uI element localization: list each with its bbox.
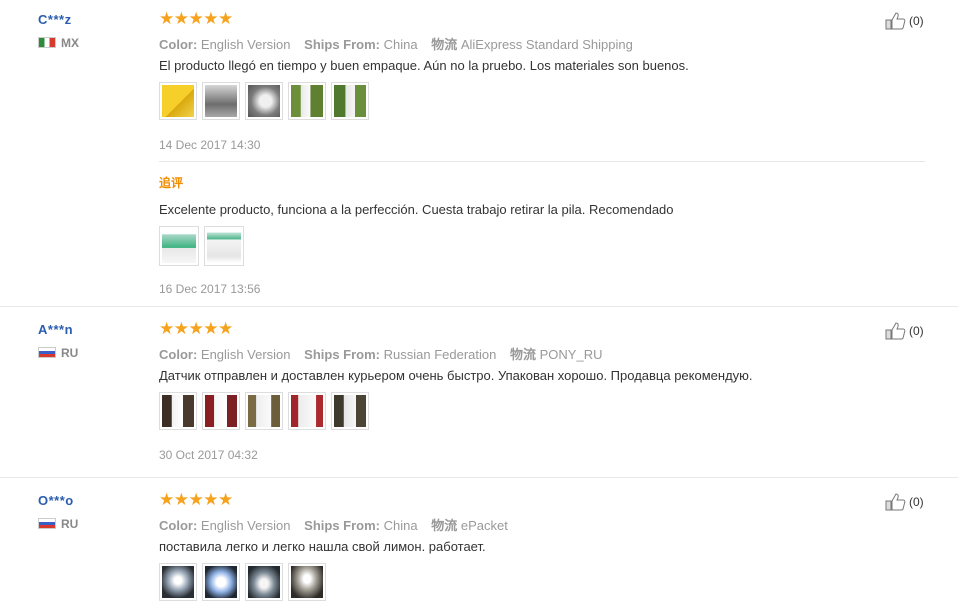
reviewer-country: MX xyxy=(38,36,79,50)
review-meta: Color: English Version Ships From: China… xyxy=(159,518,508,533)
thumbs-up-icon xyxy=(885,322,906,340)
additional-review-label: 追评 xyxy=(159,176,184,190)
review-photo-thumbnail[interactable] xyxy=(204,226,244,266)
review-text: поставила легко и легко нашла свой лимон… xyxy=(159,539,486,554)
reviewer-name[interactable]: A***n xyxy=(38,322,73,337)
review-meta: Color: English Version Ships From: China… xyxy=(159,37,633,52)
review-text: Датчик отправлен и доставлен курьером оч… xyxy=(159,368,753,383)
russia-flag-icon xyxy=(38,518,56,529)
review-photo-thumbnail[interactable] xyxy=(202,82,240,120)
review-date: 14 Dec 2017 14:30 xyxy=(159,138,261,152)
review-photo-thumbnail[interactable] xyxy=(331,392,369,430)
review-photo-thumbnail[interactable] xyxy=(202,392,240,430)
star-rating: ★★★★★ xyxy=(159,490,233,509)
star-rating: ★★★★★ xyxy=(159,9,233,28)
review-photo-thumbnail[interactable] xyxy=(288,82,326,120)
review-photo-thumbnail[interactable] xyxy=(159,563,197,601)
review-text: El producto llegó en tiempo y buen empaq… xyxy=(159,58,689,73)
review-photos xyxy=(159,563,326,601)
review-photo-thumbnail[interactable] xyxy=(288,563,326,601)
mexico-flag-icon xyxy=(38,37,56,48)
reviewer-country: RU xyxy=(38,517,78,531)
additional-review-date: 16 Dec 2017 13:56 xyxy=(159,282,261,296)
russia-flag-icon xyxy=(38,347,56,358)
like-button[interactable]: (0) xyxy=(885,493,924,511)
review-separator xyxy=(0,306,958,307)
like-count: (0) xyxy=(909,495,924,509)
review-photo-thumbnail[interactable] xyxy=(245,392,283,430)
review-photo-thumbnail[interactable] xyxy=(159,392,197,430)
review-photo-thumbnail[interactable] xyxy=(245,82,283,120)
review-photo-thumbnail[interactable] xyxy=(202,563,240,601)
thumbs-up-icon xyxy=(885,12,906,30)
review-separator xyxy=(0,477,958,478)
review-date: 30 Oct 2017 04:32 xyxy=(159,448,258,462)
review-photo-thumbnail[interactable] xyxy=(159,82,197,120)
review-photo-thumbnail[interactable] xyxy=(331,82,369,120)
additional-review-photos xyxy=(159,226,244,266)
like-count: (0) xyxy=(909,324,924,338)
like-button[interactable]: (0) xyxy=(885,322,924,340)
like-button[interactable]: (0) xyxy=(885,12,924,30)
divider xyxy=(159,161,925,162)
reviewer-name[interactable]: O***o xyxy=(38,493,74,508)
review-photo-thumbnail[interactable] xyxy=(288,392,326,430)
review-photos xyxy=(159,82,369,120)
star-rating: ★★★★★ xyxy=(159,319,233,338)
thumbs-up-icon xyxy=(885,493,906,511)
reviewer-country: RU xyxy=(38,346,78,360)
review-photo-thumbnail[interactable] xyxy=(245,563,283,601)
review-photos xyxy=(159,392,369,430)
review-meta: Color: English Version Ships From: Russi… xyxy=(159,347,603,362)
additional-review-text: Excelente producto, funciona a la perfec… xyxy=(159,202,674,217)
like-count: (0) xyxy=(909,14,924,28)
reviewer-name[interactable]: C***z xyxy=(38,12,72,27)
review-photo-thumbnail[interactable] xyxy=(159,226,199,266)
